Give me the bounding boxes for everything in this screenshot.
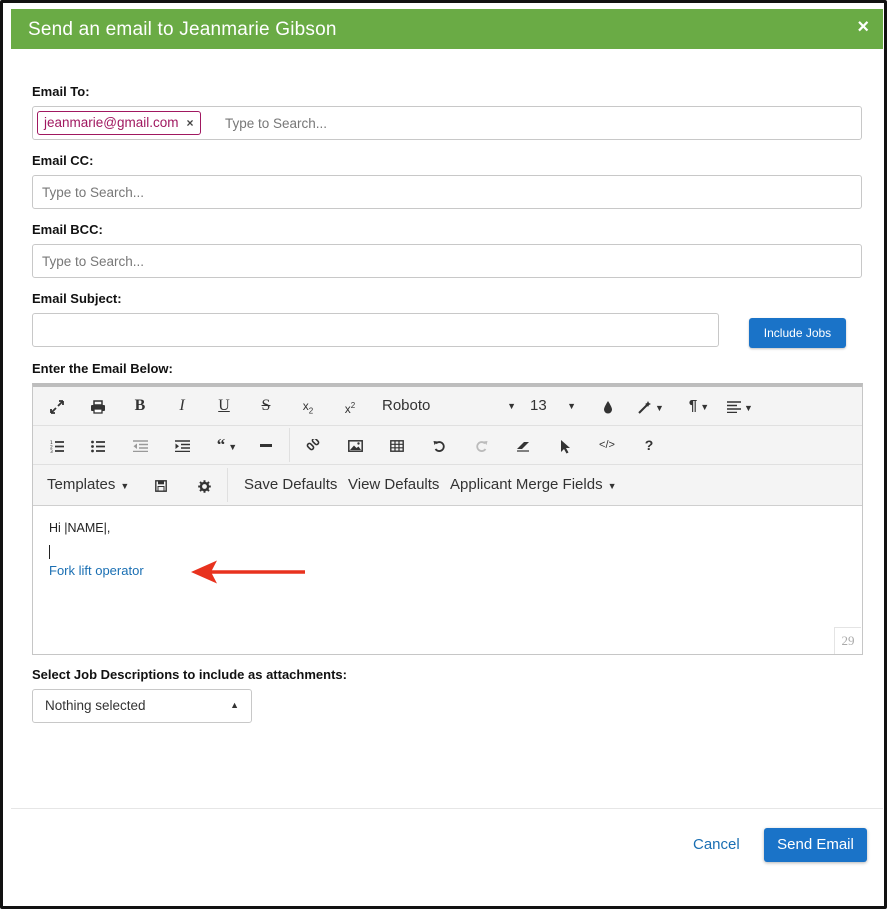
view-defaults-button[interactable]: View Defaults <box>348 475 446 495</box>
image-icon[interactable] <box>345 435 365 455</box>
body-greeting: Hi |NAME|, <box>49 521 111 535</box>
save-template-icon[interactable] <box>151 475 171 495</box>
undo-icon[interactable] <box>429 435 449 455</box>
email-cc-label: Email CC: <box>32 153 94 168</box>
dialog-header: Send an email to Jeanmarie Gibson × <box>11 9 883 49</box>
gear-icon[interactable] <box>194 475 214 495</box>
character-counter: 29 <box>834 627 861 654</box>
chevron-down-icon: ▼ <box>507 401 516 411</box>
toolbar-row-1: B I U S x2 x2 Roboto ▼ 13 ▼ ▼ ¶ ▼ ▼ <box>33 387 862 426</box>
help-icon[interactable]: ? <box>639 435 659 455</box>
email-bcc-placeholder: Type to Search... <box>42 254 145 269</box>
email-bcc-label: Email BCC: <box>32 222 103 237</box>
horizontal-rule-icon[interactable] <box>256 435 276 455</box>
chevron-down-icon: ▼ <box>607 481 617 491</box>
job-descriptions-value: Nothing selected <box>45 698 146 713</box>
chevron-down-icon: ▼ <box>120 481 130 491</box>
indent-icon[interactable] <box>172 435 192 455</box>
templates-label: Templates <box>47 476 116 493</box>
toolbar-row-3: Templates ▼ Save Defaults View Defaults A… <box>33 466 862 504</box>
include-jobs-button[interactable]: Include Jobs <box>749 318 846 348</box>
font-family-value: Roboto <box>382 397 431 414</box>
font-size-dropdown[interactable]: 13 ▼ <box>530 396 576 416</box>
email-cc-placeholder: Type to Search... <box>42 185 145 200</box>
ordered-list-icon[interactable]: 123 <box>47 435 67 455</box>
font-family-dropdown[interactable]: Roboto ▼ <box>382 396 516 416</box>
editor-content[interactable]: Hi |NAME|, Fork lift operator 29 <box>33 505 862 655</box>
text-cursor <box>49 545 50 559</box>
editor-label: Enter the Email Below: <box>32 361 173 376</box>
fullscreen-icon[interactable] <box>47 396 67 416</box>
email-subject-label: Email Subject: <box>32 291 122 306</box>
caret-up-icon: ▲ <box>230 700 239 710</box>
subscript-icon[interactable]: x2 <box>297 396 319 416</box>
editor-toolbar: B I U S x2 x2 Roboto ▼ 13 ▼ ▼ ¶ ▼ ▼ 1 2 … <box>33 387 862 506</box>
job-link[interactable]: Fork lift operator <box>49 563 144 578</box>
email-bcc-input[interactable]: Type to Search... <box>32 244 862 278</box>
email-to-input[interactable]: jeanmarie@gmail.com × Type to Search... <box>32 106 862 140</box>
font-size-value: 13 <box>530 397 547 414</box>
merge-fields-label: Applicant Merge Fields <box>450 476 603 493</box>
dialog-title: Send an email to Jeanmarie Gibson <box>28 19 337 40</box>
pointer-icon[interactable] <box>555 435 575 455</box>
templates-dropdown[interactable]: Templates ▼ <box>47 475 139 495</box>
footer-divider <box>11 808 883 809</box>
toolbar-divider <box>289 428 290 462</box>
outdent-icon[interactable] <box>130 435 150 455</box>
superscript-icon[interactable]: x2 <box>339 396 361 416</box>
toolbar-divider <box>227 468 228 502</box>
magic-style-icon[interactable]: ▼ <box>636 396 666 416</box>
strikethrough-icon[interactable]: S <box>256 396 276 416</box>
close-icon[interactable]: × <box>857 17 869 37</box>
link-icon[interactable] <box>303 435 323 455</box>
job-descriptions-select[interactable]: Nothing selected ▲ <box>32 689 252 723</box>
chevron-down-icon: ▼ <box>567 401 576 411</box>
email-to-label: Email To: <box>32 84 90 99</box>
toolbar-row-2: 123 “▼ </> ? <box>33 426 862 465</box>
email-cc-input[interactable]: Type to Search... <box>32 175 862 209</box>
cancel-button[interactable]: Cancel <box>693 836 740 853</box>
paragraph-icon[interactable]: ¶ ▼ <box>684 396 714 416</box>
print-icon[interactable] <box>87 396 109 416</box>
eraser-icon[interactable] <box>513 435 533 455</box>
recipient-chip[interactable]: jeanmarie@gmail.com × <box>37 111 201 135</box>
chevron-down-icon: ▼ <box>700 402 710 412</box>
bold-icon[interactable]: B <box>130 396 150 416</box>
merge-fields-dropdown[interactable]: Applicant Merge Fields ▼ <box>450 475 630 495</box>
align-icon[interactable]: ▼ <box>725 396 755 416</box>
svg-text:3: 3 <box>50 449 53 453</box>
italic-icon[interactable]: I <box>172 396 192 416</box>
send-email-button[interactable]: Send Email <box>764 828 867 862</box>
underline-icon[interactable]: U <box>214 396 234 416</box>
rich-text-editor: B I U S x2 x2 Roboto ▼ 13 ▼ ▼ ¶ ▼ ▼ 1 2 … <box>32 383 863 655</box>
blockquote-icon[interactable]: “▼ <box>211 435 243 455</box>
email-subject-input[interactable] <box>32 313 719 347</box>
save-defaults-button[interactable]: Save Defaults <box>244 475 342 495</box>
chevron-down-icon: ▼ <box>744 403 753 413</box>
recipient-chip-text: jeanmarie@gmail.com <box>44 115 179 130</box>
annotation-arrow-icon <box>191 560 305 584</box>
email-dialog: Send an email to Jeanmarie Gibson × Emai… <box>0 0 887 909</box>
chevron-down-icon: ▼ <box>655 403 664 413</box>
remove-chip-icon[interactable]: × <box>187 116 194 130</box>
redo-icon[interactable] <box>471 435 491 455</box>
attachments-label: Select Job Descriptions to include as at… <box>32 667 347 682</box>
email-to-placeholder: Type to Search... <box>225 116 328 131</box>
table-icon[interactable] <box>387 435 407 455</box>
text-color-icon[interactable] <box>598 396 618 416</box>
unordered-list-icon[interactable] <box>88 435 108 455</box>
chevron-down-icon: ▼ <box>228 442 238 452</box>
code-view-icon[interactable]: </> <box>597 435 617 455</box>
